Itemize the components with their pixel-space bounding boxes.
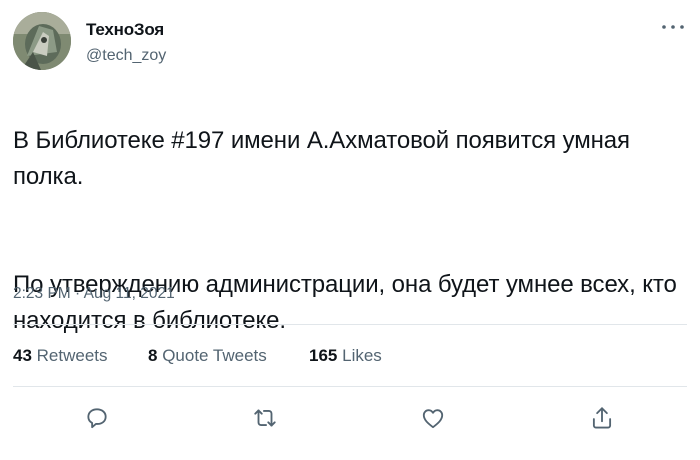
more-options-icon[interactable] <box>659 18 687 36</box>
tweet-text: В Библиотеке #197 имени А.Ахматовой появ… <box>13 87 683 375</box>
user-handle[interactable]: @tech_zoy <box>86 47 166 65</box>
avatar-image <box>13 12 71 70</box>
share-icon[interactable] <box>582 398 622 438</box>
tweet-timestamp[interactable]: 2:23 PM · Aug 11, 2021 <box>13 285 175 303</box>
retweet-icon[interactable] <box>245 398 285 438</box>
retweets-count: 43 <box>13 346 32 365</box>
likes-label: Likes <box>342 346 382 365</box>
tweet-detail: ТехноЗоя @tech_zoy В Библиотеке #197 име… <box>0 0 700 460</box>
tweet-actions <box>0 398 700 438</box>
divider <box>13 386 687 387</box>
tweet-paragraph: В Библиотеке #197 имени А.Ахматовой появ… <box>13 127 630 190</box>
retweets-stat[interactable]: 43 Retweets <box>13 346 108 366</box>
reply-icon[interactable] <box>77 398 117 438</box>
quote-tweets-label: Quote Tweets <box>162 346 267 365</box>
tweet-header: ТехноЗоя @tech_zoy <box>13 12 687 72</box>
quote-tweets-stat[interactable]: 8 Quote Tweets <box>148 346 267 366</box>
likes-stat[interactable]: 165 Likes <box>309 346 382 366</box>
retweets-label: Retweets <box>36 346 108 365</box>
display-name[interactable]: ТехноЗоя <box>86 20 164 40</box>
like-icon[interactable] <box>413 398 453 438</box>
avatar[interactable] <box>13 12 71 70</box>
tweet-paragraph: По утверждению администрации, она будет … <box>13 271 677 334</box>
likes-count: 165 <box>309 346 338 365</box>
divider <box>13 324 687 325</box>
quote-tweets-count: 8 <box>148 346 158 365</box>
